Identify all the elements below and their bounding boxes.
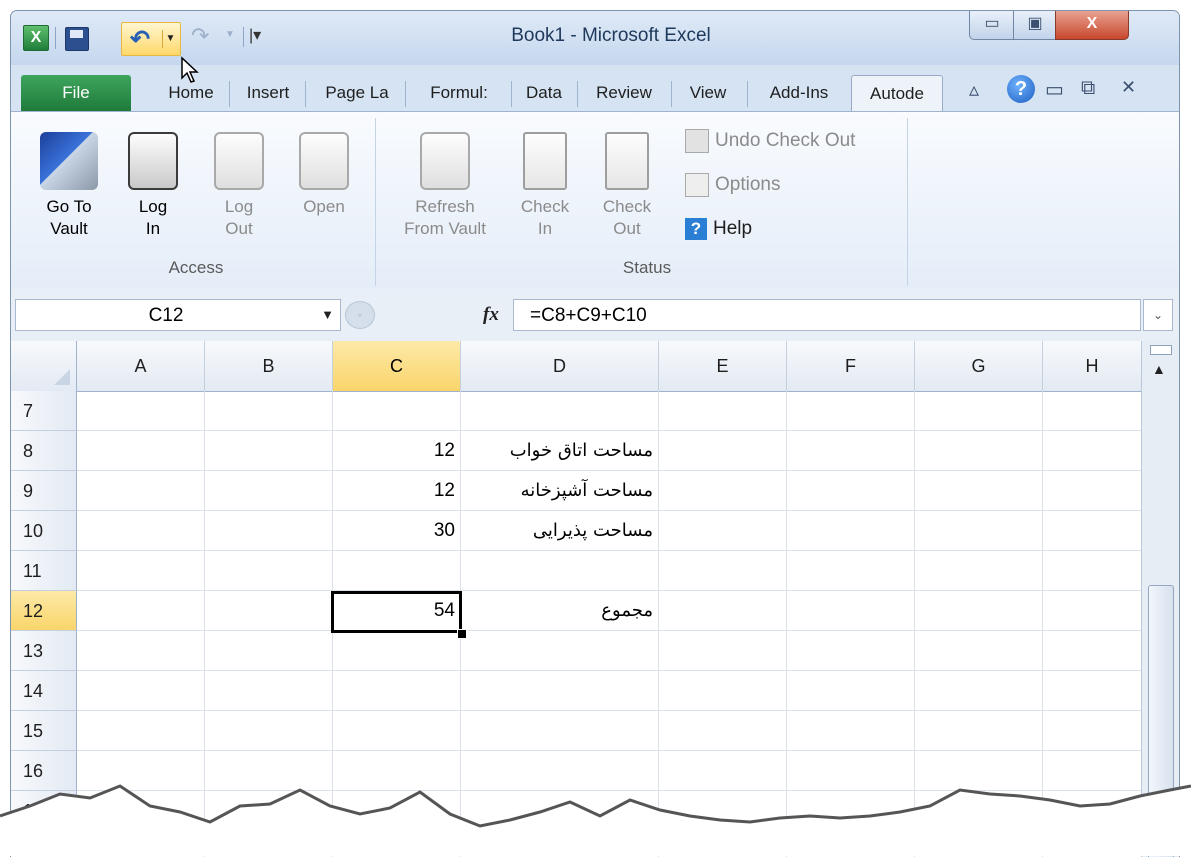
tab-insert[interactable]: Insert <box>235 75 301 111</box>
expand-formula-bar-icon[interactable]: ⌄ <box>1143 299 1173 331</box>
log-in-icon <box>128 132 178 190</box>
refresh-icon <box>420 132 470 190</box>
row-header-12[interactable]: 12 <box>11 591 77 631</box>
undo-icon[interactable]: ↶ <box>130 25 150 54</box>
qat-separator <box>55 27 56 49</box>
row-header-8[interactable]: 8 <box>11 431 77 471</box>
close-workbook-icon[interactable]: ✕ <box>1121 77 1136 98</box>
group-separator <box>375 118 376 286</box>
options-icon <box>685 172 709 197</box>
group-separator <box>907 118 908 286</box>
log-out-button[interactable]: Log Out <box>207 132 271 240</box>
excel-app-icon[interactable]: X <box>23 25 49 51</box>
cell-d8[interactable]: مساحت اتاق خواب <box>463 440 653 461</box>
column-header-a[interactable]: A <box>77 341 205 391</box>
column-header-f[interactable]: F <box>787 341 915 391</box>
select-all-corner[interactable] <box>11 341 77 391</box>
tab-add-ins[interactable]: Add-Ins <box>753 75 845 111</box>
column-header-c[interactable]: C <box>333 341 461 391</box>
name-box[interactable]: C12 ▼ <box>15 299 341 331</box>
check-in-icon <box>523 132 567 190</box>
cell-d10[interactable]: مساحت پذیرایی <box>463 520 653 541</box>
customize-qat-icon[interactable]: |▾ <box>249 25 261 51</box>
check-in-button[interactable]: Check In <box>513 132 577 240</box>
undo-check-out-icon <box>685 128 709 153</box>
fill-handle[interactable] <box>457 629 467 639</box>
group-label-access: Access <box>168 258 224 277</box>
formula-input[interactable]: =C8+C9+C10 <box>513 299 1141 331</box>
log-out-icon <box>214 132 264 190</box>
minimize-ribbon-icon[interactable]: ▵ <box>969 77 979 102</box>
chevron-down-icon[interactable]: ▼ <box>321 307 334 322</box>
ribbon-panel: Go To Vault Log In Log Out Open Access Refr… <box>11 111 1179 291</box>
help-icon[interactable]: ? <box>1007 75 1035 103</box>
vault-icon <box>40 132 98 190</box>
column-headers: A B C D E F G H <box>11 341 1141 392</box>
options-button[interactable]: Options <box>685 172 780 198</box>
mouse-cursor-icon <box>181 56 199 83</box>
torn-edge-decoration <box>0 784 1191 856</box>
qat-separator <box>243 27 244 47</box>
row-header-7[interactable]: 7 <box>11 391 77 431</box>
row-header-13[interactable]: 13 <box>11 631 77 671</box>
undo-dropdown-icon[interactable]: ▼ <box>162 30 178 48</box>
column-header-d[interactable]: D <box>461 341 659 391</box>
formula-bar-resize-handle[interactable]: ◦ <box>345 301 375 329</box>
scroll-up-icon[interactable]: ▲ <box>1152 361 1166 377</box>
restore-workbook-icon[interactable]: ⧉ <box>1081 77 1095 100</box>
cell-c8[interactable]: 12 <box>333 440 455 462</box>
column-header-g[interactable]: G <box>915 341 1043 391</box>
column-header-e[interactable]: E <box>659 341 787 391</box>
excel-window: X ↶ ▼ ↷ ▼ |▾ Book1 - Microsoft Excel ▭ ▣… <box>10 10 1180 857</box>
column-header-b[interactable]: B <box>205 341 333 391</box>
insert-function-icon[interactable]: fx <box>483 304 499 326</box>
help-small-icon: ? <box>685 217 707 240</box>
redo-icon[interactable]: ↷ <box>191 23 209 49</box>
tab-view[interactable]: View <box>675 75 741 111</box>
tab-review[interactable]: Review <box>583 75 665 111</box>
save-icon[interactable] <box>65 27 89 51</box>
go-to-vault-button[interactable]: Go To Vault <box>37 132 101 240</box>
row-header-11[interactable]: 11 <box>11 551 77 591</box>
open-icon <box>299 132 349 190</box>
log-in-button[interactable]: Log In <box>121 132 185 240</box>
row-header-10[interactable]: 10 <box>11 511 77 551</box>
refresh-from-vault-button[interactable]: Refresh From Vault <box>387 132 503 240</box>
column-header-h[interactable]: H <box>1043 341 1141 391</box>
tab-page-layout[interactable]: Page La <box>313 75 401 111</box>
row-header-15[interactable]: 15 <box>11 711 77 751</box>
restore-workbook-min-icon[interactable]: ▭ <box>1045 77 1064 102</box>
cell-c10[interactable]: 30 <box>333 520 455 542</box>
window-title: Book1 - Microsoft Excel <box>511 25 711 46</box>
maximize-button[interactable]: ▣ <box>1013 11 1057 40</box>
split-box[interactable] <box>1150 345 1172 355</box>
group-label-status: Status <box>622 258 672 277</box>
formula-value: =C8+C9+C10 <box>530 305 647 326</box>
tab-file[interactable]: File <box>21 75 131 111</box>
tab-data[interactable]: Data <box>515 75 573 111</box>
open-button[interactable]: Open <box>289 132 359 218</box>
tab-formulas[interactable]: Formul: <box>411 75 507 111</box>
active-cell-border <box>331 591 462 633</box>
help-button[interactable]: ? Help <box>685 216 752 242</box>
row-header-9[interactable]: 9 <box>11 471 77 511</box>
close-button[interactable]: X <box>1055 11 1129 40</box>
check-out-button[interactable]: Check Out <box>595 132 659 240</box>
formula-bar: C12 ▼ ◦ fx =C8+C9+C10 ⌄ <box>11 289 1179 342</box>
tab-autodesk[interactable]: Autode <box>851 75 943 112</box>
undo-check-out-button[interactable]: Undo Check Out <box>685 128 855 154</box>
name-box-value: C12 <box>148 305 184 326</box>
undo-button[interactable]: ↶ ▼ <box>121 22 181 56</box>
check-out-icon <box>605 132 649 190</box>
cell-c9[interactable]: 12 <box>333 480 455 502</box>
cell-d12[interactable]: مجموع <box>463 600 653 621</box>
redo-dropdown-icon[interactable]: ▼ <box>225 29 235 55</box>
row-header-14[interactable]: 14 <box>11 671 77 711</box>
minimize-button[interactable]: ▭ <box>969 11 1015 40</box>
cell-d9[interactable]: مساحت آشپزخانه <box>463 480 653 501</box>
